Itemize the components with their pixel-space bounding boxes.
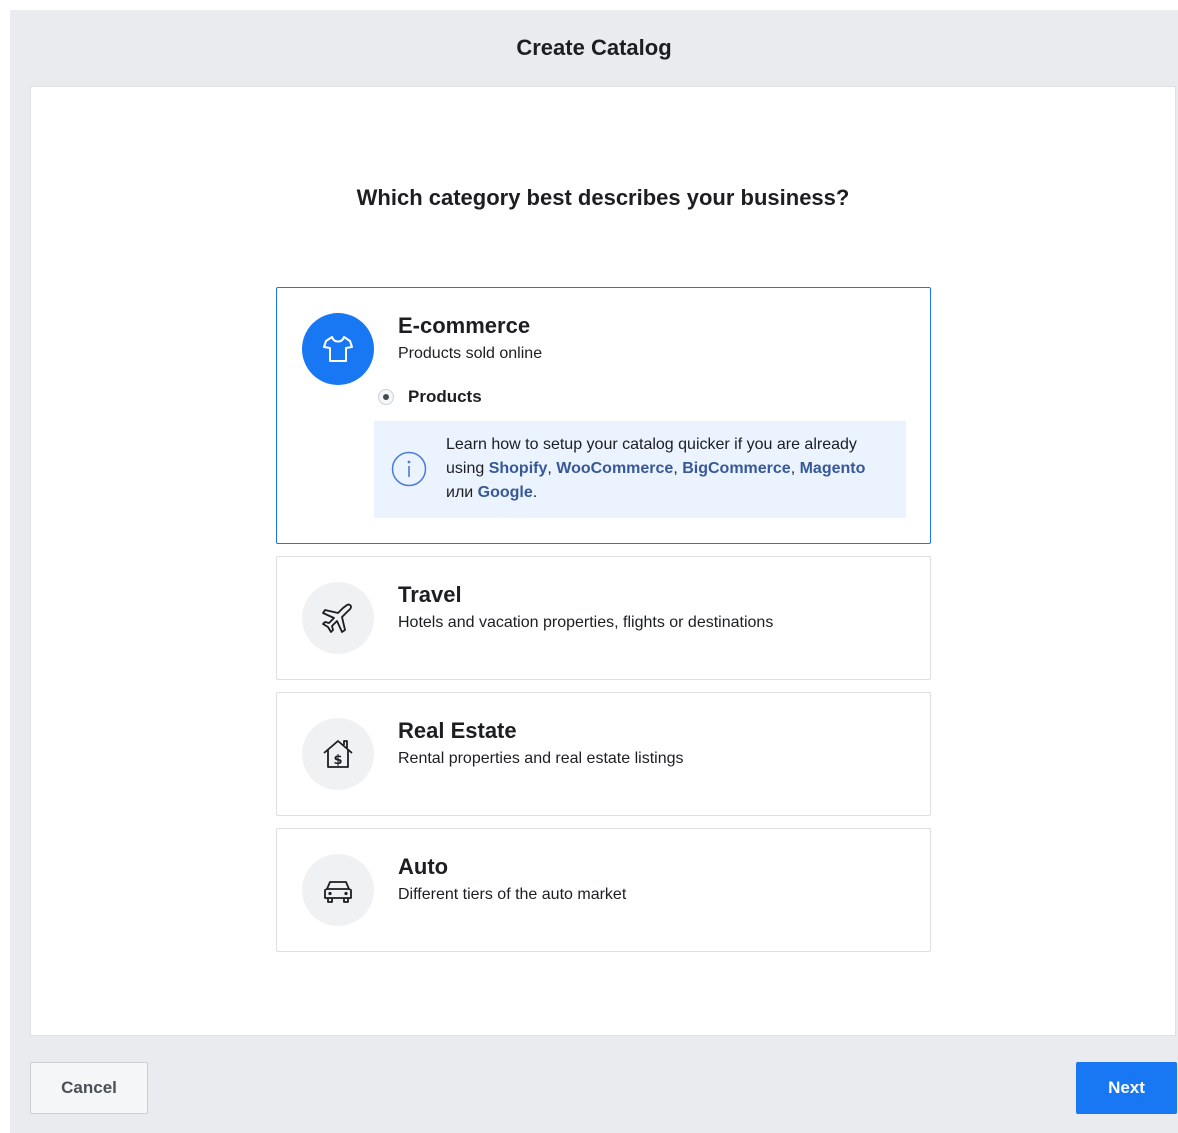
category-question: Which category best describes your busin… bbox=[356, 185, 850, 210]
magento-link[interactable]: Magento bbox=[800, 460, 866, 477]
ecommerce-icon-circle bbox=[302, 313, 374, 385]
card-title-travel: Travel bbox=[398, 582, 462, 607]
info-icon bbox=[391, 451, 427, 487]
auto-icon-circle bbox=[302, 854, 374, 926]
real-estate-icon-circle: $ bbox=[302, 718, 374, 790]
products-radio-option[interactable]: Products bbox=[378, 386, 482, 408]
card-desc-auto: Different tiers of the auto market bbox=[398, 886, 627, 903]
tshirt-icon bbox=[323, 336, 353, 362]
travel-icon-circle bbox=[302, 582, 374, 654]
card-desc-ecommerce: Products sold online bbox=[398, 345, 543, 362]
cancel-button[interactable]: Cancel bbox=[30, 1062, 148, 1114]
create-catalog-dialog: Create Catalog Which category best descr… bbox=[10, 10, 1178, 1133]
card-desc-travel: Hotels and vacation properties, flights … bbox=[398, 614, 774, 631]
info-end: . bbox=[532, 484, 538, 501]
card-title-ecommerce: E-commerce bbox=[398, 313, 531, 338]
category-card-ecommerce[interactable]: E-commerce Products sold online Products… bbox=[276, 287, 931, 544]
category-card-travel[interactable]: Travel Hotels and vacation properties, f… bbox=[276, 556, 931, 680]
dialog-title: Create Catalog bbox=[516, 35, 672, 60]
svg-text:$: $ bbox=[333, 753, 342, 768]
house-dollar-icon: $ bbox=[323, 740, 353, 768]
products-radio[interactable] bbox=[378, 389, 394, 405]
dialog-content: Which category best describes your busin… bbox=[30, 86, 1176, 1036]
info-sep: , bbox=[673, 460, 683, 477]
info-sep: , bbox=[547, 460, 557, 477]
integration-info-box: Learn how to setup your catalog quicker … bbox=[374, 421, 906, 518]
category-card-auto[interactable]: Auto Different tiers of the auto market bbox=[276, 828, 931, 952]
shopify-link[interactable]: Shopify bbox=[489, 460, 548, 477]
woocommerce-link[interactable]: WooCommerce bbox=[556, 460, 673, 477]
products-radio-label: Products bbox=[408, 387, 482, 406]
google-link[interactable]: Google bbox=[478, 484, 533, 501]
category-card-real-estate[interactable]: $ Real Estate Rental properties and real… bbox=[276, 692, 931, 816]
info-connector: или bbox=[446, 484, 478, 501]
card-title-real-estate: Real Estate bbox=[398, 718, 517, 743]
card-desc-real-estate: Rental properties and real estate listin… bbox=[398, 750, 684, 767]
card-title-auto: Auto bbox=[398, 854, 449, 879]
bigcommerce-link[interactable]: BigCommerce bbox=[682, 460, 790, 477]
next-button[interactable]: Next bbox=[1076, 1062, 1177, 1114]
info-sep: , bbox=[790, 460, 800, 477]
airplane-icon bbox=[322, 603, 352, 633]
integration-info-text: Learn how to setup your catalog quicker … bbox=[446, 433, 886, 505]
car-icon bbox=[324, 881, 352, 903]
